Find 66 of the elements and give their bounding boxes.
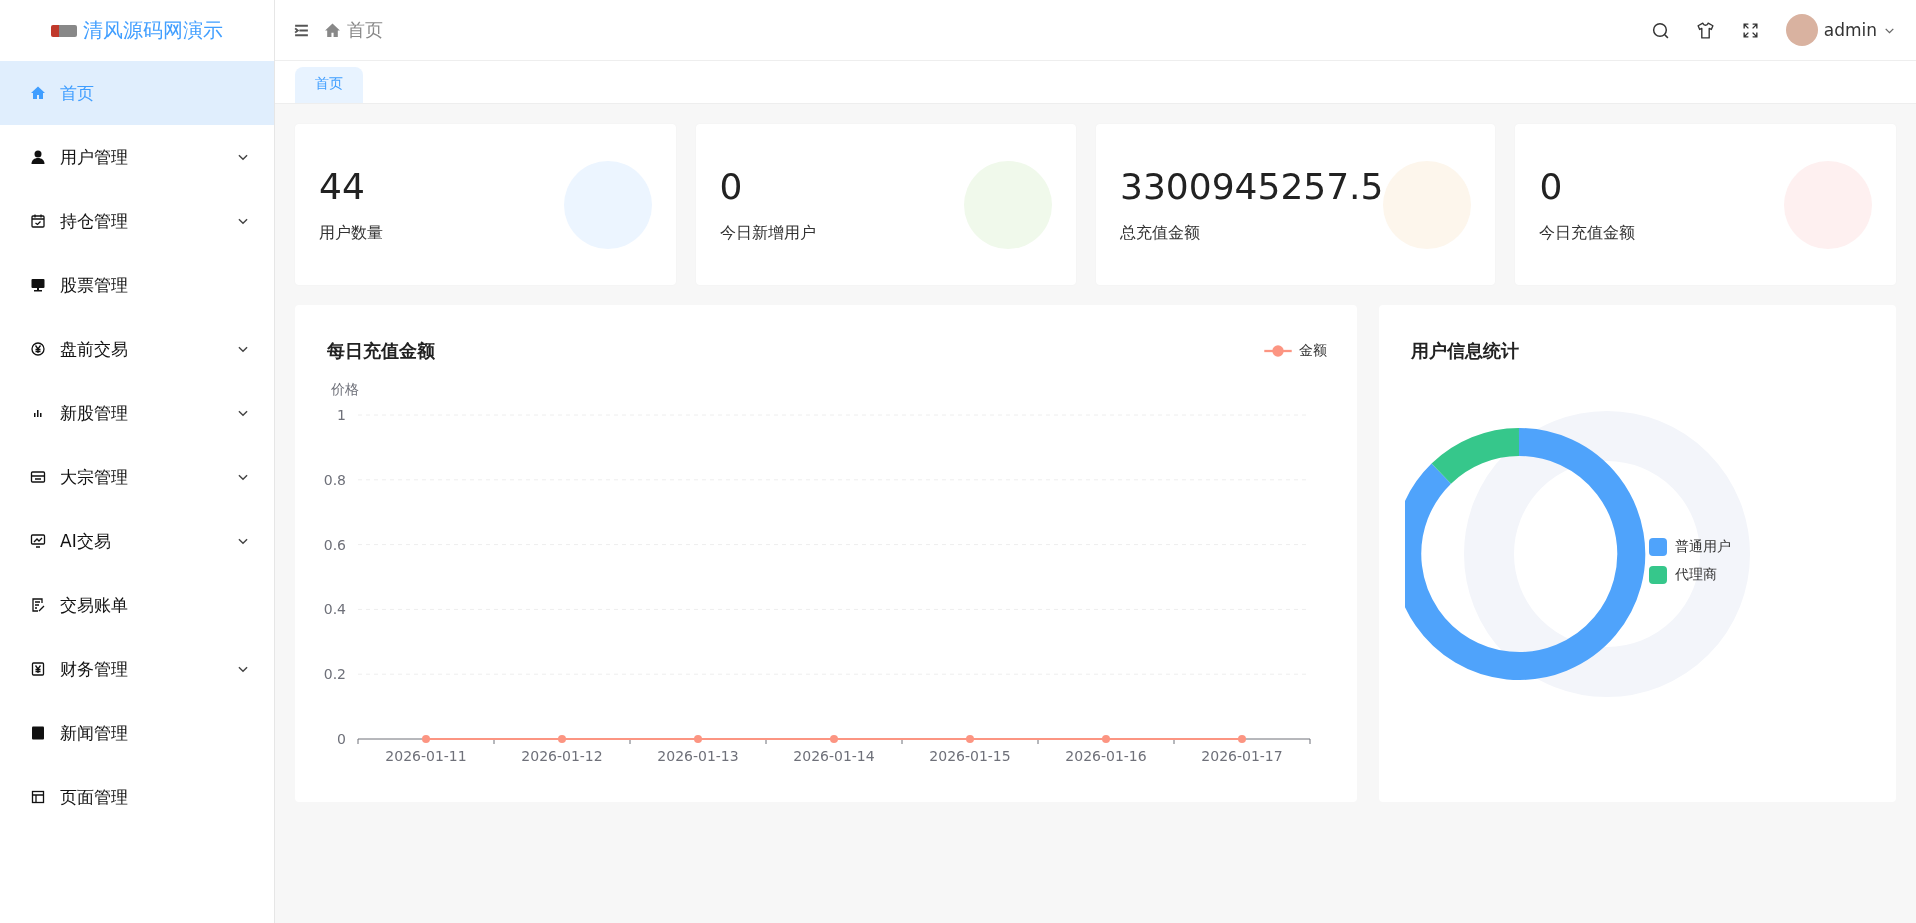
chart-title: 用户信息统计 [1411, 339, 1519, 363]
stat-label: 今日充值金额 [1539, 222, 1637, 244]
logo-icon [51, 24, 77, 37]
sidebar-item[interactable]: 财务管理 [0, 637, 274, 701]
layout-icon [30, 789, 46, 805]
document-icon [30, 597, 46, 613]
shirt-icon[interactable] [1695, 20, 1715, 40]
monitor-icon [30, 533, 46, 549]
home-icon [324, 21, 341, 39]
legend-swatch[interactable] [1649, 538, 1667, 556]
sidebar-item[interactable]: 盘前交易 [0, 317, 274, 381]
breadcrumb: 首页 [347, 18, 383, 42]
chart-title: 每日充值金额 [327, 339, 435, 363]
stat-value: 3300945257.5 [1120, 165, 1384, 207]
receipt-icon [30, 661, 46, 677]
data-point [1102, 735, 1110, 743]
stat-label: 今日新增用户 [719, 222, 817, 244]
axis-tick-label: 2026-01-16 [1065, 748, 1147, 764]
calendar-icon [30, 213, 46, 229]
sidebar-item[interactable]: 新股管理 [0, 381, 274, 445]
data-point [1238, 735, 1246, 743]
legend-label[interactable]: 代理商 [1675, 566, 1717, 584]
sidebar-item[interactable]: 用户管理 [0, 125, 274, 189]
axis-tick-label: 0.4 [323, 601, 346, 618]
logo-text: 清风源码网演示 [83, 17, 223, 44]
axis-tick-label: 2026-01-17 [1201, 748, 1283, 764]
data-point [558, 735, 566, 743]
data-point [694, 735, 702, 743]
fullscreen-icon[interactable] [1740, 20, 1760, 40]
yen-icon [30, 341, 46, 357]
axis-tick-label: 2026-01-14 [793, 748, 875, 764]
axis-tick-label: 2026-01-11 [385, 748, 467, 764]
axis-tick-label: 0 [337, 731, 346, 747]
stat-value: 0 [719, 165, 744, 207]
axis-title: 价格 [331, 381, 359, 397]
sidebar-item[interactable]: 股票管理 [0, 253, 274, 317]
home-icon [30, 85, 46, 101]
data-point [966, 735, 974, 743]
data-point [422, 735, 430, 743]
search-icon[interactable] [1650, 20, 1670, 40]
axis-tick-label: 0.2 [323, 666, 346, 683]
sidebar-item[interactable]: 持仓管理 [0, 189, 274, 253]
axis-tick-label: 2026-01-13 [657, 748, 739, 764]
axis-tick-label: 2026-01-15 [929, 748, 1011, 764]
legend-swatch[interactable] [1649, 566, 1667, 584]
stat-value: 44 [319, 165, 366, 207]
sidebar-item[interactable]: 新闻管理 [0, 701, 274, 765]
stat-value: 0 [1539, 165, 1564, 207]
axis-tick-label: 2026-01-12 [521, 748, 603, 764]
monitor-icon [30, 277, 46, 293]
sidebar-item[interactable]: AI交易 [0, 509, 274, 573]
legend-label[interactable]: 普通用户 [1675, 538, 1731, 556]
axis-tick-label: 1 [337, 407, 346, 423]
sidebar-item[interactable]: 交易账单 [0, 573, 274, 637]
person-icon [30, 149, 46, 165]
newspaper-icon [30, 725, 46, 741]
axis-tick-label: 0.6 [323, 536, 346, 553]
stat-label: 总充值金额 [1120, 222, 1202, 244]
stat-label: 用户数量 [319, 222, 384, 244]
legend-label[interactable]: 金额 [1299, 342, 1327, 360]
axis-tick-label: 0.8 [323, 471, 346, 488]
user-name[interactable]: admin [1823, 20, 1877, 40]
sidebar-item[interactable]: 页面管理 [0, 765, 274, 829]
data-point [830, 735, 838, 743]
card-icon [30, 469, 46, 485]
sidebar-item[interactable]: 大宗管理 [0, 445, 274, 509]
